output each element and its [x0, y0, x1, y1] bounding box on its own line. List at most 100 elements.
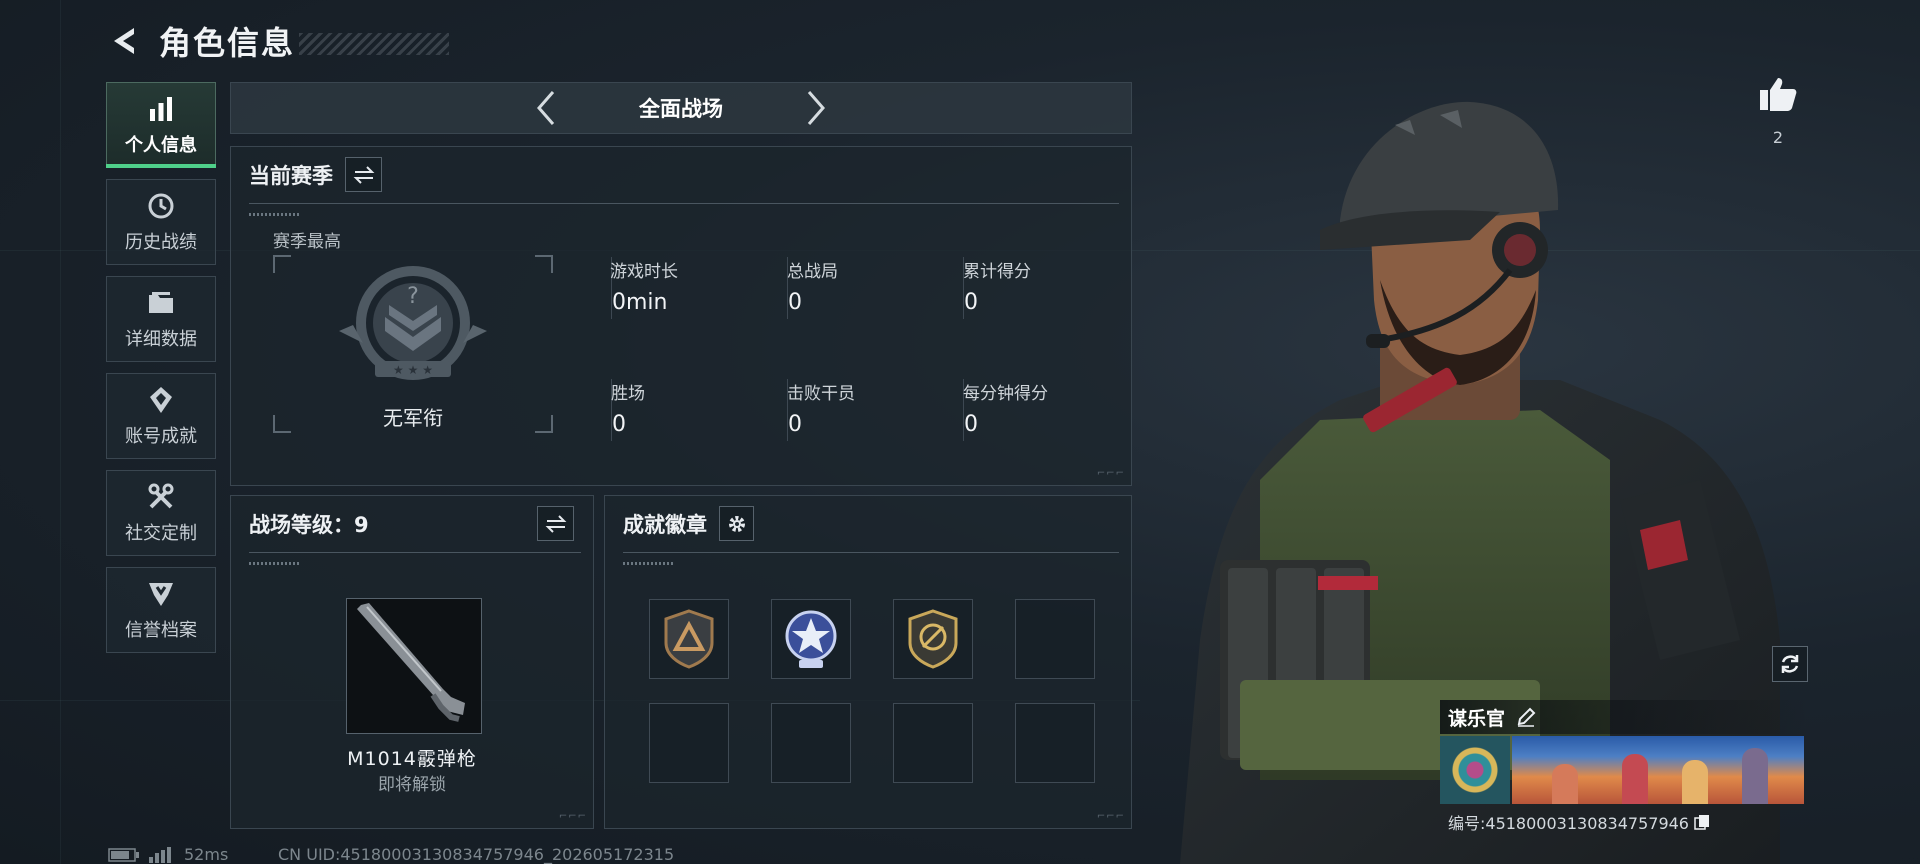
- divider: [249, 203, 1119, 204]
- badges-header: 成就徽章: [623, 506, 754, 541]
- folder-icon: [145, 287, 177, 319]
- stat-value: 0: [788, 290, 802, 315]
- badge-slot-empty[interactable]: [893, 703, 973, 783]
- season-best-label: 赛季最高: [273, 232, 341, 252]
- refresh-icon: [1781, 655, 1799, 673]
- badge-slot-empty[interactable]: [1015, 703, 1095, 783]
- stat-value: 0: [964, 290, 978, 315]
- badge-slot[interactable]: [893, 599, 973, 679]
- like-widget: 2: [1758, 76, 1798, 147]
- divider-tick: [249, 213, 299, 216]
- mode-name: 全面战场: [639, 97, 723, 121]
- rank-emblem-icon: ? ★ ★ ★: [339, 266, 487, 380]
- stat-label: 胜场: [611, 384, 645, 404]
- stat-value: 0min: [612, 290, 668, 315]
- tools-icon: [145, 481, 177, 513]
- back-button[interactable]: [105, 21, 145, 61]
- badge-slot-empty[interactable]: [1015, 599, 1095, 679]
- sidebar-item-label: 信誉档案: [125, 620, 197, 641]
- switch-arrows-icon: [353, 165, 374, 184]
- page-title: 角色信息: [159, 24, 296, 62]
- svg-text:?: ?: [407, 284, 419, 309]
- sidebar-item-label: 账号成就: [125, 426, 197, 447]
- gold-crosshair-badge-icon: [908, 609, 958, 669]
- player-banner[interactable]: [1440, 736, 1810, 804]
- achievement-icon: [145, 384, 177, 416]
- season-switch-button[interactable]: [345, 157, 382, 192]
- like-count: 2: [1772, 128, 1784, 147]
- chevron-left-icon: [537, 91, 555, 125]
- stat-value: 0: [788, 412, 802, 437]
- sidebar-item-label: 社交定制: [125, 523, 197, 544]
- switch-arrows-icon: [545, 514, 566, 533]
- battle-level-switch-button[interactable]: [537, 506, 574, 541]
- stat-value: 0: [964, 412, 978, 437]
- stat-label: 总战局: [787, 262, 838, 282]
- back-arrow-icon: [114, 28, 134, 54]
- copy-id-button[interactable]: [1693, 813, 1711, 831]
- battle-level-header: 战场等级：9: [249, 506, 574, 541]
- divider-tick: [249, 562, 299, 565]
- player-id: 编号:451800031308347579​46: [1448, 814, 1689, 833]
- mode-prev-button[interactable]: [526, 84, 566, 132]
- battery-icon: [108, 847, 139, 862]
- weapon-unlock-status: 即将解锁: [378, 775, 446, 795]
- season-panel-header: 当前赛季: [249, 157, 382, 192]
- weapon-name: M1014霰弹枪: [347, 748, 477, 770]
- badge-slot[interactable]: [771, 599, 851, 679]
- stat-label: 累计得分: [963, 262, 1031, 282]
- player-id-row: 编号:451800031308347579​46: [1440, 810, 1810, 834]
- season-title: 当前赛季: [249, 163, 333, 188]
- sidebar-item-detailed-data[interactable]: 详细数据: [106, 276, 216, 362]
- battle-level-panel: 战场等级：9 M1014霰弹枪 即将解锁 ⌐⌐⌐: [230, 495, 594, 829]
- stat-play-time: 游戏时长 0min: [610, 257, 771, 319]
- badge-slot[interactable]: [649, 599, 729, 679]
- sidebar-item-social-custom[interactable]: 社交定制: [106, 470, 216, 556]
- gear-icon: [728, 515, 745, 532]
- weapon-reward-slot[interactable]: [346, 598, 482, 734]
- credit-shield-icon: [145, 578, 177, 610]
- sidebar-item-credit-file[interactable]: 信誉档案: [106, 567, 216, 653]
- rank-name: 无军衔: [383, 406, 443, 430]
- player-name: 谋乐官: [1448, 707, 1506, 730]
- panel-corner-decoration: ⌐⌐⌐: [1096, 811, 1125, 822]
- status-bar: 52ms: [108, 845, 228, 864]
- sidebar-item-label: 历史战绩: [125, 232, 197, 253]
- stat-total-score: 累计得分 0: [963, 257, 1123, 319]
- sidebar-item-history[interactable]: 历史战绩: [106, 179, 216, 265]
- divider: [249, 552, 581, 553]
- stat-wins: 胜场 0: [611, 379, 771, 441]
- badge-slot-empty[interactable]: [649, 703, 729, 783]
- badge-slot-empty[interactable]: [771, 703, 851, 783]
- banner-artwork: [1512, 736, 1804, 804]
- banner-emblem: [1440, 736, 1510, 804]
- player-name-card: 谋乐官 编号:451800031308347579​46: [1440, 700, 1810, 834]
- divider: [623, 552, 1119, 553]
- stat-label: 游戏时长: [610, 262, 678, 282]
- edit-name-button[interactable]: [1513, 704, 1539, 730]
- stat-total-matches: 总战局 0: [787, 257, 947, 319]
- battle-level-title: 战场等级：9: [249, 512, 369, 537]
- stat-operators-defeated: 击败干员 0: [787, 379, 947, 441]
- sidebar: 个人信息 历史战绩 详细数据 账号成就 社交定制 信誉档案: [106, 82, 216, 664]
- bar-chart-icon: [145, 93, 177, 125]
- svg-text:★ ★ ★: ★ ★ ★: [393, 363, 433, 377]
- badges-settings-button[interactable]: [719, 506, 754, 541]
- star-emblem-badge-icon: [785, 610, 837, 668]
- stat-label: 每分钟得分: [963, 384, 1048, 404]
- copy-icon: [1694, 815, 1709, 830]
- panel-corner-decoration: ⌐⌐⌐: [1096, 468, 1125, 479]
- stat-label: 击败干员: [787, 384, 855, 404]
- ping-value: 52ms: [184, 845, 229, 864]
- pencil-icon: [1517, 707, 1536, 727]
- uid-text: CN UID:451800031308347579​46_20260517231…: [278, 845, 675, 864]
- refresh-button[interactable]: [1772, 646, 1808, 682]
- mode-next-button[interactable]: [796, 84, 836, 132]
- sidebar-item-personal-info[interactable]: 个人信息: [106, 82, 216, 168]
- shotgun-icon: [357, 603, 465, 722]
- stat-score-per-minute: 每分钟得分 0: [963, 379, 1123, 441]
- page-header: 角色信息: [105, 16, 450, 66]
- thumbs-up-icon[interactable]: [1759, 76, 1797, 112]
- bg-grid-line: [60, 0, 61, 864]
- sidebar-item-achievements[interactable]: 账号成就: [106, 373, 216, 459]
